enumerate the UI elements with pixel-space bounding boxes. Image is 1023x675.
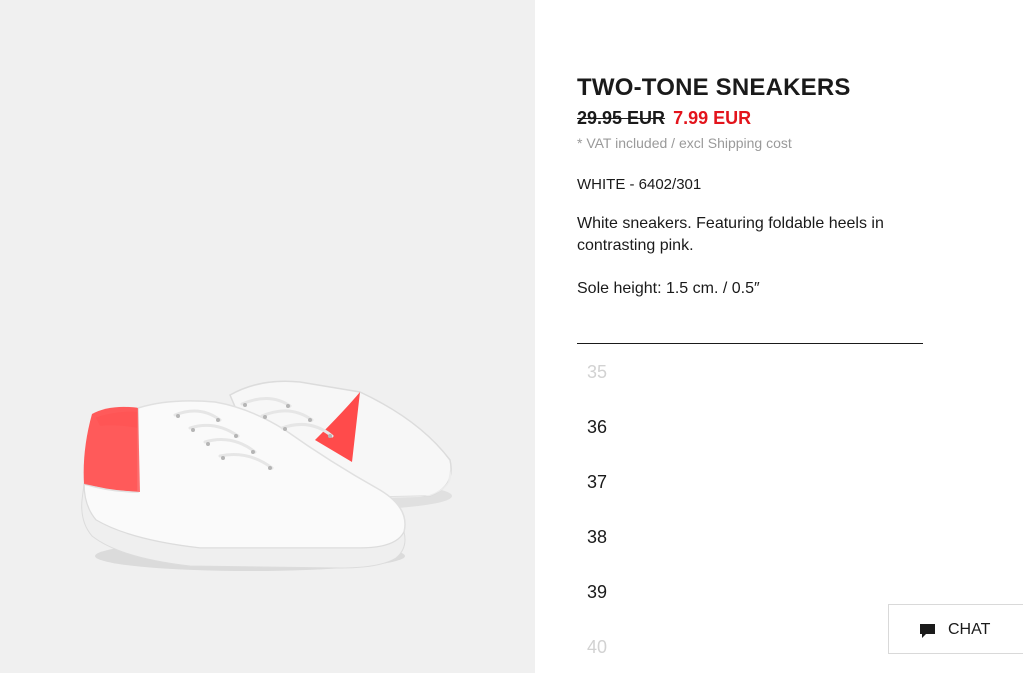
price-block: 29.95 EUR 7.99 EUR [577,108,751,129]
chat-button[interactable]: CHAT [888,604,1023,654]
product-title: TWO-TONE SNEAKERS [577,74,851,101]
divider [577,343,923,344]
size-option[interactable]: 37 [587,455,607,510]
chat-label: CHAT [948,621,991,638]
chat-bubble-icon [920,624,935,638]
sale-price: 7.99 EUR [673,108,752,128]
product-description: White sneakers. Featuring foldable heels… [577,215,884,254]
size-option: 35 [587,362,608,382]
size-option[interactable]: 36 [587,400,607,455]
size-option[interactable]: 38 [587,510,607,565]
original-price: 29.95 EUR [577,108,666,128]
vat-note: * VAT included / excl Shipping cost [577,135,792,151]
size-list: 35 36 37 38 39 40 [587,345,607,675]
size-option[interactable]: 39 [587,565,607,620]
product-image [81,380,452,571]
color-reference: WHITE - 6402/301 [577,176,702,193]
size-option: 40 [587,637,608,657]
product-image-panel [0,0,535,673]
sole-height: Sole height: 1.5 cm. / 0.5″ [577,280,760,297]
